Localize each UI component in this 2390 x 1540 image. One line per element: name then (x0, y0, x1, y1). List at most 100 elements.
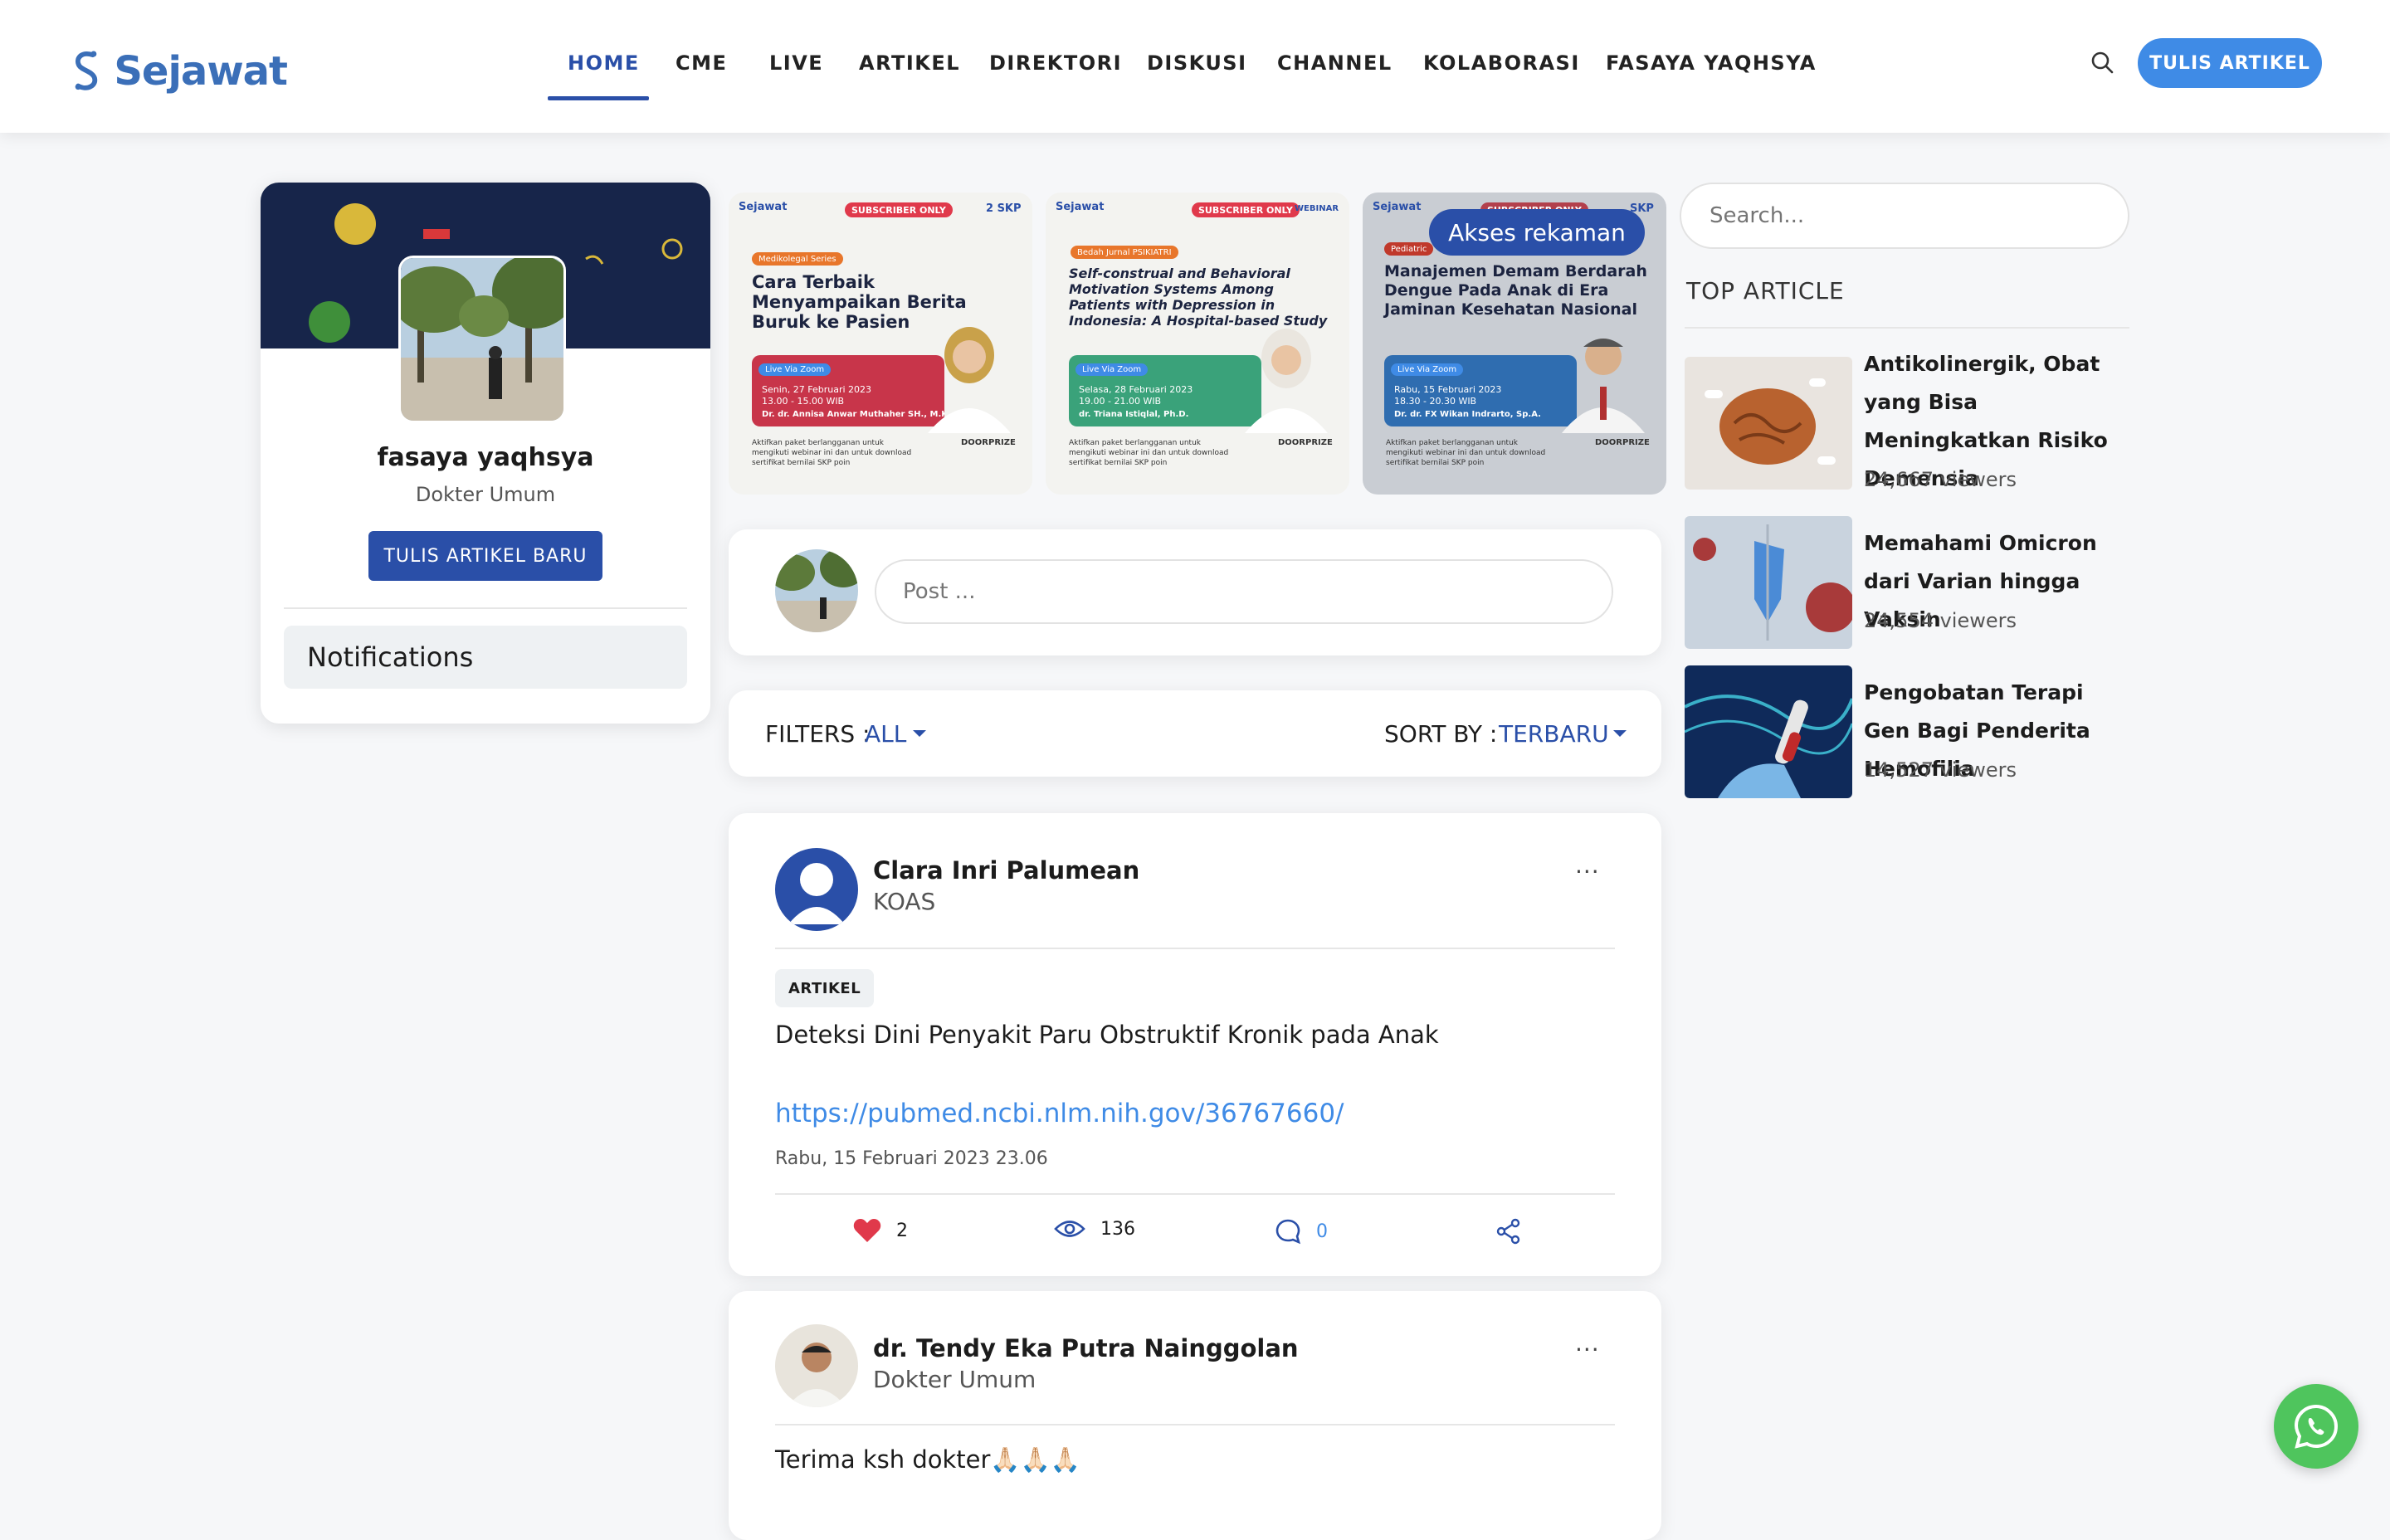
webinar-banner-1[interactable]: Sejawat SUBSCRIBER ONLY 2 SKP Medikolega… (729, 192, 1032, 495)
more-options-icon[interactable]: ... (1575, 1329, 1600, 1357)
post-text: Terima ksh dokter🙏🏻🙏🏻🙏🏻 (775, 1445, 1080, 1474)
comment-icon (1275, 1219, 1301, 1245)
top-article-views: 14,527 viewers (1864, 758, 2017, 782)
series-tag: Pediatric (1384, 242, 1434, 256)
speaker-photo (928, 327, 1011, 433)
banner-date: Rabu, 15 Februari 2023 (1394, 384, 1502, 395)
sort-dropdown[interactable]: TERBARU (1499, 720, 1609, 748)
post-title[interactable]: Deteksi Dini Penyakit Paru Obstruktif Kr… (775, 1021, 1439, 1049)
profile-card: fasaya yaqhsya Dokter Umum TULIS ARTIKEL… (261, 183, 710, 724)
nav-home[interactable]: HOME (568, 51, 640, 75)
doorprize-label: DOORPRIZE (1595, 438, 1650, 447)
chevron-down-icon[interactable] (913, 730, 926, 737)
like-count: 2 (896, 1220, 908, 1241)
filter-bar: FILTERS : ALL SORT BY : TERBARU (729, 690, 1661, 777)
nav-direktori[interactable]: DIREKTORI (989, 51, 1122, 75)
banner-footer: Aktifkan paket berlangganan untuk mengik… (1069, 439, 1229, 467)
access-recording-button[interactable]: Akses rekaman (1429, 209, 1645, 256)
speaker-photo (1245, 329, 1328, 433)
view-count: 136 (1100, 1218, 1135, 1240)
article-thumbnail[interactable] (1685, 665, 1852, 798)
post-timestamp: Rabu, 15 Februari 2023 23.06 (775, 1148, 1048, 1169)
composer-avatar (775, 549, 858, 632)
filter-dropdown[interactable]: ALL (865, 720, 906, 748)
webinar-banner-2[interactable]: Sejawat SUBSCRIBER ONLY WEBINAR Bedah Ju… (1046, 192, 1349, 495)
banner-time: 18.30 - 20.30 WIB (1394, 396, 1477, 407)
nav-active-underline (548, 96, 649, 100)
skp-badge: 2 SKP (986, 202, 1022, 215)
views-indicator: 136 (1054, 1218, 1135, 1240)
nav-live[interactable]: LIVE (769, 51, 823, 75)
post-composer (729, 529, 1661, 655)
divider (284, 607, 687, 609)
article-thumbnail[interactable] (1685, 516, 1852, 649)
post-link[interactable]: https://pubmed.ncbi.nlm.nih.gov/36767660… (775, 1099, 1344, 1128)
post-input[interactable] (875, 559, 1613, 624)
gene-therapy-image (1685, 665, 1852, 798)
subscriber-badge: SUBSCRIBER ONLY (1192, 202, 1300, 217)
top-article-heading: TOP ARTICLE (1686, 277, 1845, 305)
webinar-badge: WEBINAR (1295, 204, 1339, 213)
feed-post: Clara Inri Palumean KOAS ... ARTIKEL Det… (729, 813, 1661, 1276)
post-author[interactable]: dr. Tendy Eka Putra Nainggolan (873, 1334, 1299, 1362)
profile-role: Dokter Umum (415, 483, 556, 506)
profile-photo-image (401, 258, 563, 421)
banner-speaker: Dr. dr. FX Wikan Indrarto, Sp.A. (1394, 410, 1541, 419)
author-avatar[interactable] (775, 1324, 858, 1407)
banner-speaker: dr. Triana Istiqlal, Ph.D. (1079, 410, 1189, 419)
comment-button[interactable]: 0 (1275, 1218, 1328, 1245)
post-category-tag: ARTIKEL (775, 969, 875, 1007)
search-icon[interactable] (2090, 50, 2114, 75)
banner-title: Manajemen Demam Berdarah Dengue Pada Ana… (1384, 262, 1647, 319)
divider (775, 1193, 1615, 1195)
eye-icon (1054, 1221, 1085, 1237)
live-tag: Live Via Zoom (758, 363, 832, 376)
virus-shield-image (1685, 516, 1852, 649)
post-author[interactable]: Clara Inri Palumean (873, 856, 1139, 885)
sejawat-logo[interactable]: Sejawat (71, 32, 288, 111)
banner-footer: Aktifkan paket berlangganan untuk mengik… (752, 439, 912, 467)
post-author-role: Dokter Umum (873, 1366, 1036, 1393)
nav-diskusi[interactable]: DISKUSI (1147, 51, 1247, 75)
composer-avatar-image (775, 549, 858, 632)
divider (1685, 327, 2129, 329)
banner-brand: Sejawat (739, 201, 788, 213)
chevron-down-icon[interactable] (1613, 730, 1627, 737)
nav-artikel[interactable]: ARTIKEL (859, 51, 960, 75)
nav-profile[interactable]: FASAYA YAQHSYA (1606, 51, 1817, 75)
banner-brand: Sejawat (1056, 201, 1105, 213)
feed-post: dr. Tendy Eka Putra Nainggolan Dokter Um… (729, 1291, 1661, 1540)
write-new-article-button[interactable]: TULIS ARTIKEL BARU (368, 531, 602, 581)
search-input[interactable] (1680, 183, 2129, 249)
nav-kolaborasi[interactable]: KOLABORASI (1423, 51, 1580, 75)
user-placeholder-icon (788, 863, 845, 924)
share-button[interactable] (1495, 1218, 1537, 1245)
write-article-button[interactable]: TULIS ARTIKEL (2138, 38, 2322, 88)
speaker-photo (1562, 339, 1645, 433)
more-options-icon[interactable]: ... (1575, 851, 1600, 879)
like-button[interactable]: 2 (853, 1218, 908, 1243)
brain-pills-image (1685, 357, 1852, 490)
author-avatar[interactable] (775, 848, 858, 931)
banner-time: 13.00 - 15.00 WIB (762, 396, 845, 407)
profile-photo[interactable] (398, 256, 566, 423)
series-tag: Medikolegal Series (752, 252, 843, 266)
whatsapp-chat-button[interactable] (2274, 1384, 2358, 1469)
nav-channel[interactable]: CHANNEL (1277, 51, 1393, 75)
top-header: Sejawat HOME CME LIVE ARTIKEL DIREKTORI … (0, 0, 2390, 133)
banner-schedule: Live Via Zoom Rabu, 15 Februari 2023 18.… (1384, 355, 1577, 426)
nav-cme[interactable]: CME (676, 51, 727, 75)
banner-footer: Aktifkan paket berlangganan untuk mengik… (1386, 439, 1546, 467)
divider (775, 948, 1615, 949)
sejawat-logo-icon (75, 51, 98, 90)
banner-schedule: Live Via Zoom Selasa, 28 Februari 2023 1… (1069, 355, 1261, 426)
article-thumbnail[interactable] (1685, 357, 1852, 490)
notifications-button[interactable]: Notifications (284, 626, 687, 689)
profile-name: fasaya yaqhsya (377, 443, 594, 472)
whatsapp-icon (2294, 1404, 2339, 1449)
live-tag: Live Via Zoom (1391, 363, 1464, 376)
top-article-views: 24,667 viewers (1864, 468, 2017, 491)
series-tag: Bedah Jurnal PSIKIATRI (1071, 246, 1178, 259)
divider (775, 1424, 1615, 1425)
banner-schedule: Live Via Zoom Senin, 27 Februari 2023 13… (752, 355, 944, 426)
